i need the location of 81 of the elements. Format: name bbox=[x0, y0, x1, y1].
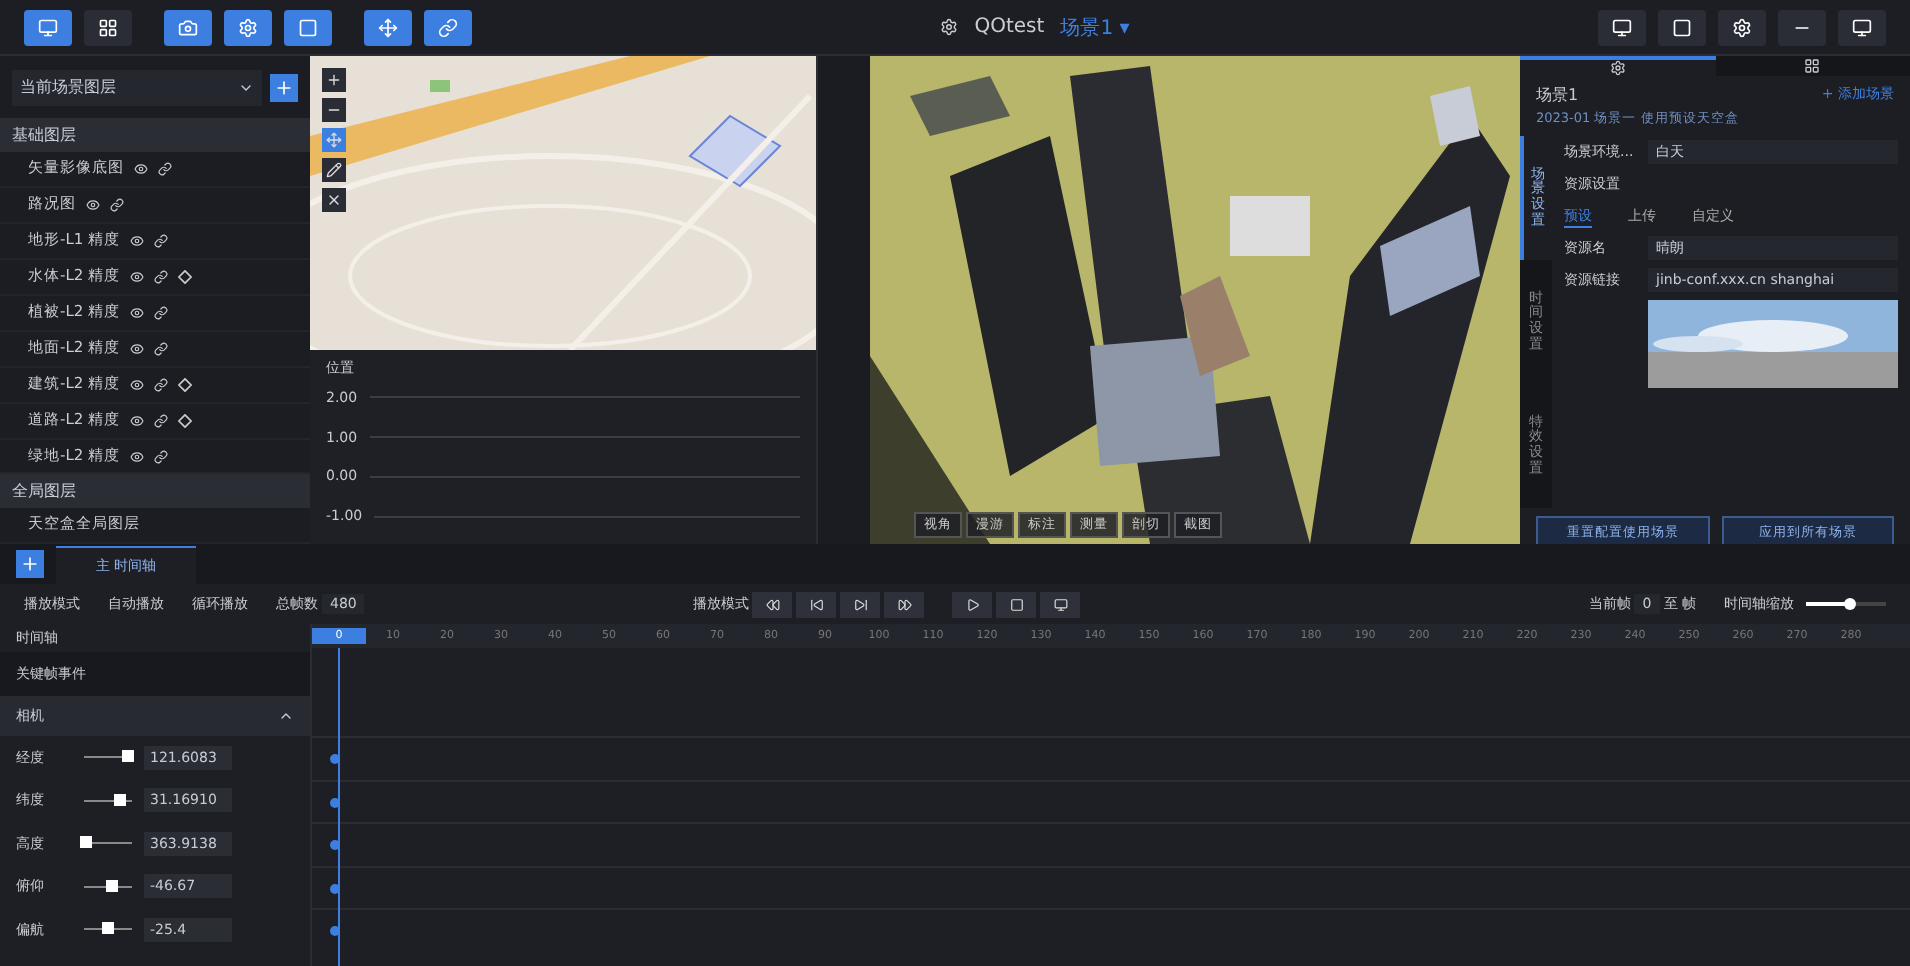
panel-tab[interactable] bbox=[1520, 56, 1715, 76]
grid-icon bbox=[98, 17, 118, 37]
move-icon bbox=[326, 132, 342, 148]
toolbar-button[interactable] bbox=[84, 9, 132, 45]
layer-select[interactable]: 当前场景图层 bbox=[12, 69, 262, 106]
eye-icon bbox=[130, 413, 145, 428]
monitor-icon bbox=[1612, 17, 1632, 37]
playback-button[interactable] bbox=[1040, 591, 1081, 617]
link-icon bbox=[158, 161, 172, 176]
panel-tab[interactable] bbox=[1715, 56, 1910, 76]
eye-icon bbox=[130, 305, 145, 320]
skip-forward-icon bbox=[853, 597, 868, 611]
eye-icon bbox=[86, 197, 100, 212]
eye-icon bbox=[134, 161, 148, 176]
collapse-icon[interactable] bbox=[278, 708, 294, 724]
link-icon bbox=[110, 197, 124, 212]
eye-icon bbox=[130, 269, 145, 284]
section-header: 基础图层 bbox=[0, 118, 310, 152]
toolbar-button[interactable] bbox=[284, 9, 332, 45]
scene-dropdown[interactable]: 场景1 ▾ bbox=[1060, 13, 1130, 41]
pencil-icon bbox=[326, 162, 342, 178]
link-icon bbox=[154, 377, 169, 392]
fast-forward-icon bbox=[897, 597, 912, 611]
eye-icon bbox=[130, 377, 145, 392]
eye-icon bbox=[130, 233, 145, 248]
monitor-icon bbox=[1053, 597, 1068, 611]
move-icon bbox=[378, 17, 398, 37]
square-icon bbox=[1672, 17, 1692, 37]
link-icon bbox=[154, 449, 169, 463]
plus-icon bbox=[274, 77, 294, 98]
close-button[interactable] bbox=[322, 188, 346, 212]
play-icon bbox=[965, 597, 980, 611]
plus-icon bbox=[326, 72, 342, 88]
zoom-out-button[interactable] bbox=[322, 98, 346, 122]
eye-icon bbox=[130, 341, 145, 356]
plus-icon bbox=[20, 554, 40, 574]
camera-icon bbox=[178, 17, 198, 37]
close-icon bbox=[326, 192, 342, 208]
link-icon bbox=[154, 233, 169, 248]
playback-button[interactable] bbox=[952, 591, 993, 617]
link-icon bbox=[154, 269, 169, 284]
add-button[interactable] bbox=[270, 73, 298, 102]
window-button[interactable] bbox=[1718, 9, 1766, 45]
link-icon bbox=[154, 413, 169, 428]
settings-icon bbox=[238, 17, 258, 37]
toolbar-button[interactable] bbox=[364, 9, 412, 45]
link-icon bbox=[438, 17, 458, 37]
toolbar-button[interactable] bbox=[224, 9, 272, 45]
link-icon bbox=[154, 305, 169, 320]
grid-icon bbox=[1804, 58, 1821, 74]
toolbar-button[interactable] bbox=[164, 9, 212, 45]
skip-back-icon bbox=[809, 597, 824, 611]
link-icon bbox=[154, 341, 169, 356]
window-button[interactable] bbox=[1598, 9, 1646, 45]
toolbar-button[interactable] bbox=[24, 9, 72, 45]
playback-button[interactable] bbox=[752, 591, 793, 617]
toolbar-button[interactable] bbox=[424, 9, 472, 45]
playback-button[interactable] bbox=[996, 591, 1037, 617]
playback-button[interactable] bbox=[840, 591, 881, 617]
eye-icon bbox=[130, 449, 145, 463]
settings-icon bbox=[1732, 17, 1752, 37]
playback-button[interactable] bbox=[884, 591, 925, 617]
section-header: 全局图层 bbox=[0, 474, 310, 508]
draw-button[interactable] bbox=[322, 158, 346, 182]
diamond-icon[interactable] bbox=[178, 413, 193, 428]
diamond-icon[interactable] bbox=[178, 377, 193, 392]
settings-icon bbox=[940, 18, 959, 36]
window-button[interactable] bbox=[1658, 9, 1706, 45]
scene-title: 场景1 bbox=[1536, 84, 1579, 106]
playback-button[interactable] bbox=[796, 591, 837, 617]
stop-icon bbox=[1009, 597, 1024, 611]
diamond-icon[interactable] bbox=[178, 269, 193, 284]
window-button[interactable] bbox=[1838, 9, 1886, 45]
monitor-icon bbox=[1852, 17, 1872, 37]
rewind-icon bbox=[765, 597, 780, 611]
zoom-in-button[interactable] bbox=[322, 68, 346, 92]
settings-icon bbox=[1609, 60, 1626, 76]
square-icon bbox=[298, 17, 318, 37]
select-value: 当前场景图层 bbox=[20, 76, 116, 99]
project-title: QOtest bbox=[974, 16, 1045, 38]
monitor-icon bbox=[38, 17, 58, 37]
